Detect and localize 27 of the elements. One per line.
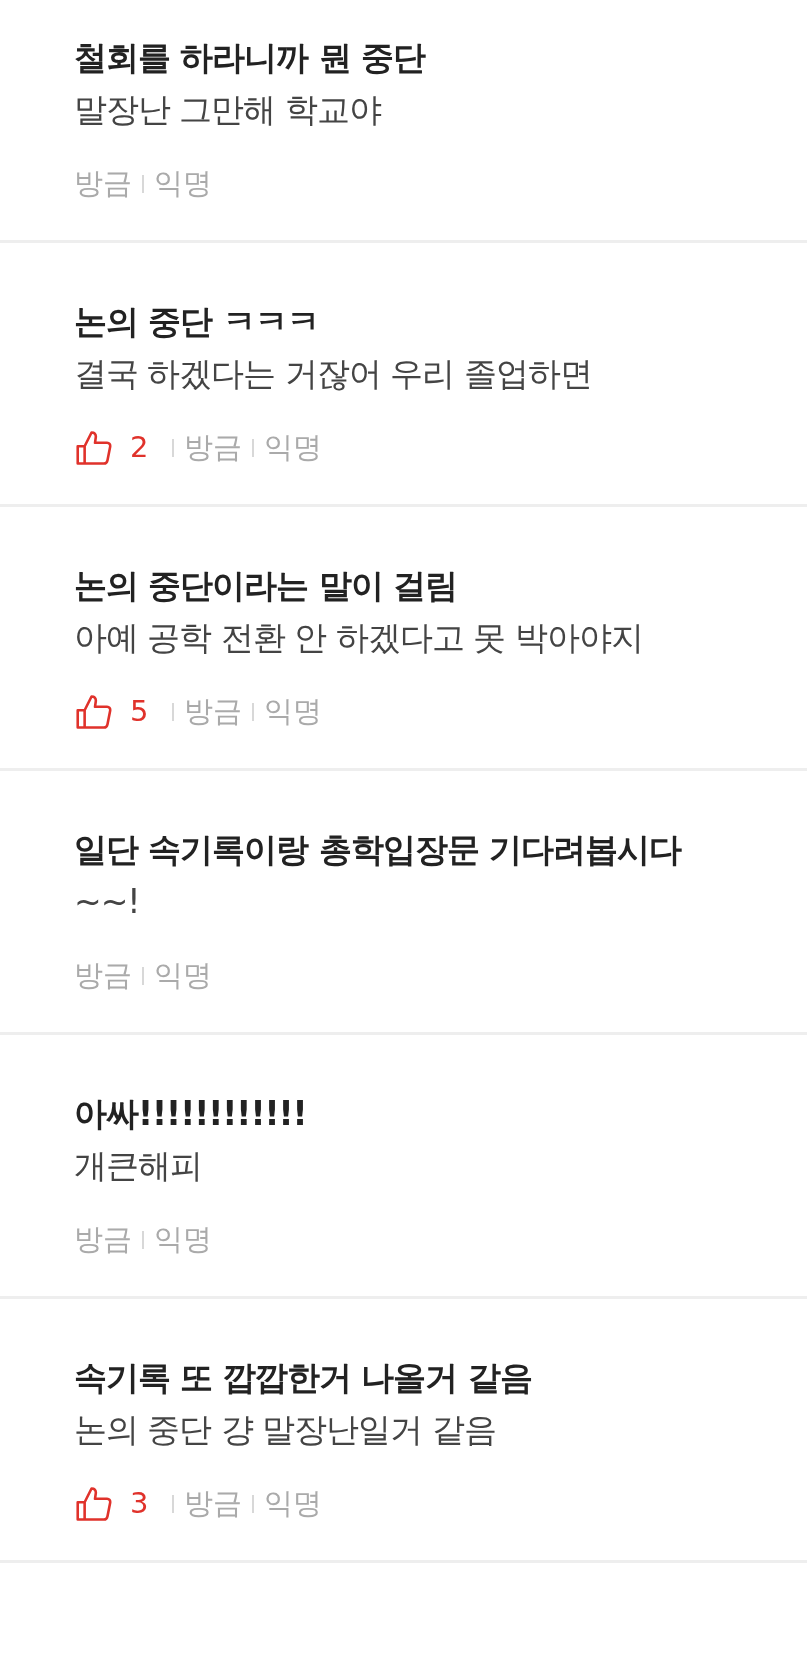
post-body: 개큰해피 <box>74 1145 202 1187</box>
post-body: 말장난 그만해 학교야 <box>74 89 381 131</box>
post-body: ~~! <box>74 881 140 923</box>
post-time: 방금 <box>184 1485 243 1523</box>
post-title: 논의 중단이라는 말이 걸림 <box>74 565 458 607</box>
post-author: 익명 <box>264 429 323 467</box>
post-title: 아싸!!!!!!!!!!!! <box>74 1093 307 1135</box>
post-author: 익명 <box>154 957 212 995</box>
post-time: 방금 <box>184 429 243 467</box>
post-title: 철회를 하라니까 뭔 중단 <box>74 37 426 79</box>
like-count: 3 <box>130 1485 149 1523</box>
post-author: 익명 <box>264 693 323 731</box>
post-body: 아예 공학 전환 안 하겠다고 못 박아야지 <box>74 617 643 659</box>
post-time: 방금 <box>74 165 132 203</box>
post-title: 논의 중단 ㅋㅋㅋ <box>74 301 319 343</box>
like-count: 2 <box>130 429 149 467</box>
post-body: 논의 중단 걍 말장난일거 같음 <box>74 1409 496 1451</box>
post-time: 방금 <box>74 1221 132 1259</box>
post-time: 방금 <box>74 957 132 995</box>
post-title: 속기록 또 깝깝한거 나올거 같음 <box>74 1357 532 1399</box>
post-title: 일단 속기록이랑 총학입장문 기다려봅시다 <box>74 829 682 871</box>
post-author: 익명 <box>154 165 212 203</box>
post-author: 익명 <box>264 1485 323 1523</box>
post-author: 익명 <box>154 1221 212 1259</box>
like-count: 5 <box>130 693 149 731</box>
post-body: 결국 하겠다는 거잖어 우리 졸업하면 <box>74 353 592 395</box>
post-time: 방금 <box>184 693 243 731</box>
